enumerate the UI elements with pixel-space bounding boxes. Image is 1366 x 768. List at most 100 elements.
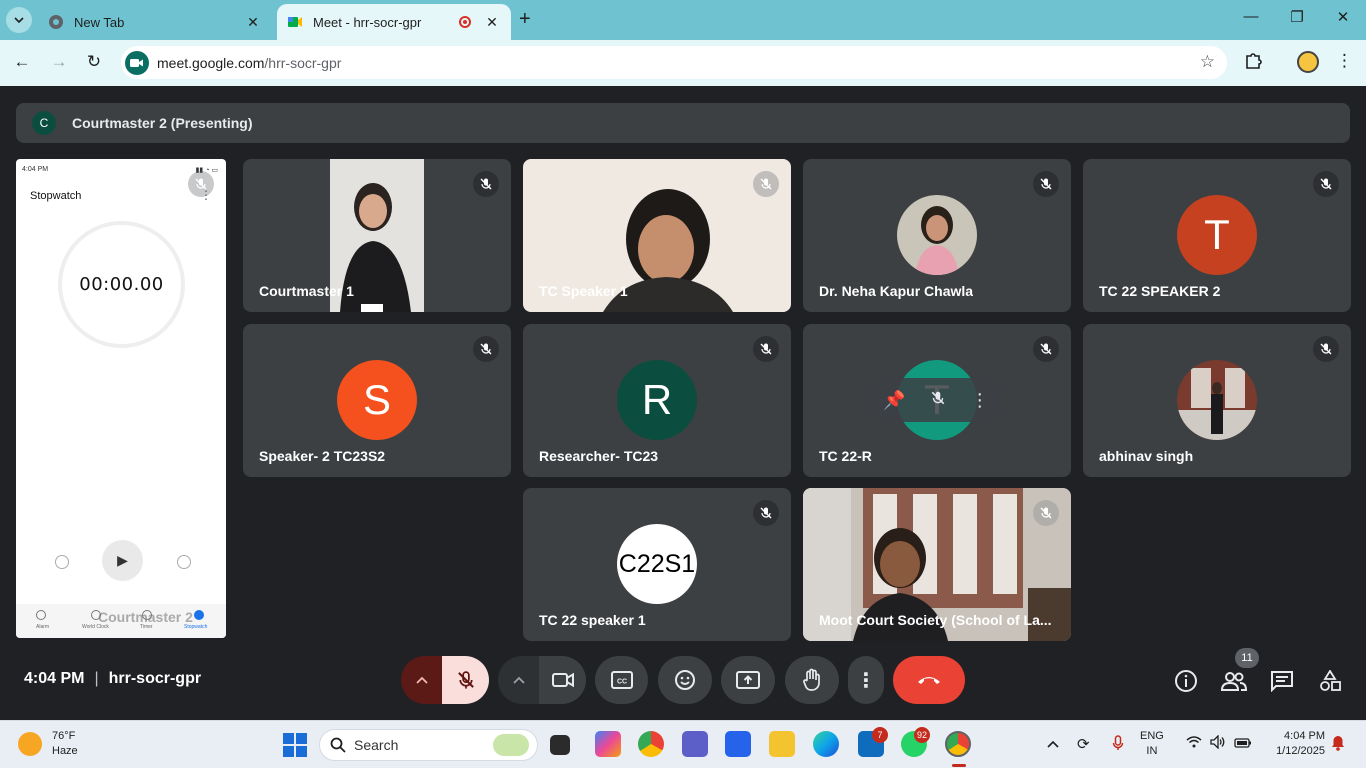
chat-icon[interactable] (1269, 668, 1295, 694)
restore-icon[interactable]: ❐ (1274, 8, 1320, 26)
participant-avatar: R (617, 360, 697, 440)
video-options-button[interactable] (498, 656, 539, 704)
tab-title: New Tab (74, 14, 125, 30)
participant-tile[interactable]: T 📌 ⋮ TC 22-R (803, 324, 1071, 477)
participant-avatar: C22S1 (617, 524, 697, 604)
meeting-details-icon[interactable] (1173, 668, 1199, 694)
system-clock[interactable]: 4:04 PM 1/12/2025 (1263, 729, 1325, 759)
chrome-icon[interactable] (638, 731, 664, 757)
camera-icon (551, 672, 574, 688)
mic-off-icon (753, 171, 779, 197)
toggle-mic-button[interactable] (442, 656, 489, 704)
present-screen-button[interactable] (721, 656, 775, 704)
mic-off-icon (1033, 171, 1059, 197)
url-text: meet.google.com/hrr-socr-gpr (157, 55, 341, 71)
tab-meet[interactable]: Meet - hrr-socr-gpr ✕ (277, 4, 511, 40)
back-icon[interactable]: ← (10, 52, 34, 72)
profile-avatar[interactable] (1297, 51, 1319, 73)
presenter-overlay-name: Courtmaster 2 (98, 609, 193, 625)
participant-tile[interactable]: Dr. Neha Kapur Chawla (803, 159, 1071, 312)
participant-name: Dr. Neha Kapur Chawla (819, 283, 974, 299)
participant-avatar: S (337, 360, 417, 440)
call-end-icon (918, 677, 940, 684)
tab-search-button[interactable] (6, 7, 32, 33)
participant-tile[interactable]: TC Speaker 1 (523, 159, 791, 312)
volume-icon[interactable] (1210, 734, 1226, 753)
chevron-up-icon (512, 676, 525, 684)
close-icon[interactable]: ✕ (483, 14, 501, 31)
people-icon[interactable] (1221, 668, 1247, 694)
participant-tile[interactable]: C22S1 TC 22 speaker 1 (523, 488, 791, 641)
reload-icon[interactable]: ↻ (82, 52, 106, 72)
file-explorer-icon[interactable] (769, 731, 795, 757)
leave-call-button[interactable] (893, 656, 965, 704)
microphone-in-use-icon[interactable] (1112, 735, 1124, 755)
more-vert-icon[interactable]: ⋮ (971, 390, 989, 411)
language-indicator[interactable]: ENG IN (1140, 729, 1164, 759)
participant-tile[interactable]: S Speaker- 2 TC23S2 (243, 324, 511, 477)
raise-hand-button[interactable] (785, 656, 839, 704)
participant-name: TC Speaker 1 (539, 283, 628, 299)
participant-tile[interactable]: abhinav singh (1083, 324, 1351, 477)
teams-icon[interactable] (682, 731, 708, 757)
store-icon[interactable] (725, 731, 751, 757)
tile-hover-controls: 📌 ⋮ (871, 378, 1001, 422)
audio-options-button[interactable] (401, 656, 442, 704)
wifi-icon[interactable] (1186, 735, 1202, 752)
notification-bell-icon[interactable] (1331, 735, 1345, 755)
battery-icon[interactable] (1234, 735, 1252, 752)
shared-screen[interactable]: 4:04 PM ▮▮ ◔ ▭ Stopwatch ⋮ 00:00.00 ▶ Al… (16, 159, 226, 638)
separator: | (94, 670, 99, 687)
close-icon[interactable]: ✕ (244, 14, 262, 31)
participant-tile[interactable]: Moot Court Society (School of La... (803, 488, 1071, 641)
show-hidden-icons-icon[interactable] (1047, 735, 1059, 752)
sync-icon[interactable]: ⟳ (1077, 735, 1090, 753)
stopwatch-title: Stopwatch (30, 190, 82, 202)
more-vert-icon[interactable]: ⋮ (1336, 51, 1353, 71)
chrome-active-icon[interactable] (945, 731, 971, 757)
participant-name: Moot Court Society (School of La... (819, 612, 1052, 628)
stopwatch-dial: 00:00.00 (58, 221, 185, 348)
copilot-icon[interactable] (595, 731, 621, 757)
extensions-icon[interactable] (1244, 51, 1262, 74)
reactions-button[interactable] (658, 656, 712, 704)
bookmark-star-icon[interactable]: ☆ (1200, 52, 1215, 72)
pin-icon[interactable]: 📌 (883, 390, 905, 411)
address-bar[interactable]: meet.google.com/hrr-socr-gpr ☆ (121, 46, 1227, 79)
taskbar-search[interactable]: Search (319, 729, 538, 761)
recording-icon (459, 16, 471, 28)
participant-photo (897, 195, 977, 275)
meeting-info-text: 4:04 PM | hrr-socr-gpr (24, 670, 201, 688)
mic-off-icon (1033, 500, 1059, 526)
participant-tile[interactable]: R Researcher- TC23 (523, 324, 791, 477)
toggle-camera-button[interactable] (539, 656, 586, 704)
captions-icon: CC (610, 671, 633, 689)
whatsapp-badge: 92 (914, 727, 931, 743)
window-close-icon[interactable]: ✕ (1320, 8, 1366, 26)
task-view-icon[interactable] (550, 735, 570, 755)
mic-off-icon (753, 500, 779, 526)
more-options-button[interactable]: ⋮ (848, 656, 884, 704)
mic-off-icon (473, 171, 499, 197)
tab-new-tab[interactable]: New Tab ✕ (38, 4, 272, 40)
emoji-icon (675, 670, 695, 690)
forward-icon[interactable]: → (47, 52, 71, 72)
meet-site-icon[interactable] (125, 50, 149, 75)
windows-start-icon[interactable] (283, 733, 307, 757)
participant-tile[interactable]: T TC 22 SPEAKER 2 (1083, 159, 1351, 312)
meeting-time: 4:04 PM (24, 670, 85, 687)
clock-date: 1/12/2025 (1276, 745, 1325, 757)
minimize-icon[interactable]: — (1228, 8, 1274, 25)
weather-widget[interactable]: 76°F Haze (18, 729, 78, 759)
activities-icon[interactable] (1317, 668, 1343, 694)
meet-control-bar: 4:04 PM | hrr-socr-gpr CC ⋮ 11 (0, 648, 1366, 720)
presenter-avatar: C (32, 111, 56, 135)
new-tab-button[interactable]: + (519, 8, 531, 31)
chevron-up-icon (415, 676, 428, 684)
captions-button[interactable]: CC (595, 656, 648, 704)
weather-temp: 76°F (52, 730, 76, 742)
browser-tab-bar: New Tab ✕ Meet - hrr-socr-gpr ✕ + — ❐ ✕ (0, 0, 1366, 40)
mute-participant-icon[interactable] (930, 390, 946, 411)
participant-tile[interactable]: Courtmaster 1 (243, 159, 511, 312)
edge-icon[interactable] (813, 731, 839, 757)
